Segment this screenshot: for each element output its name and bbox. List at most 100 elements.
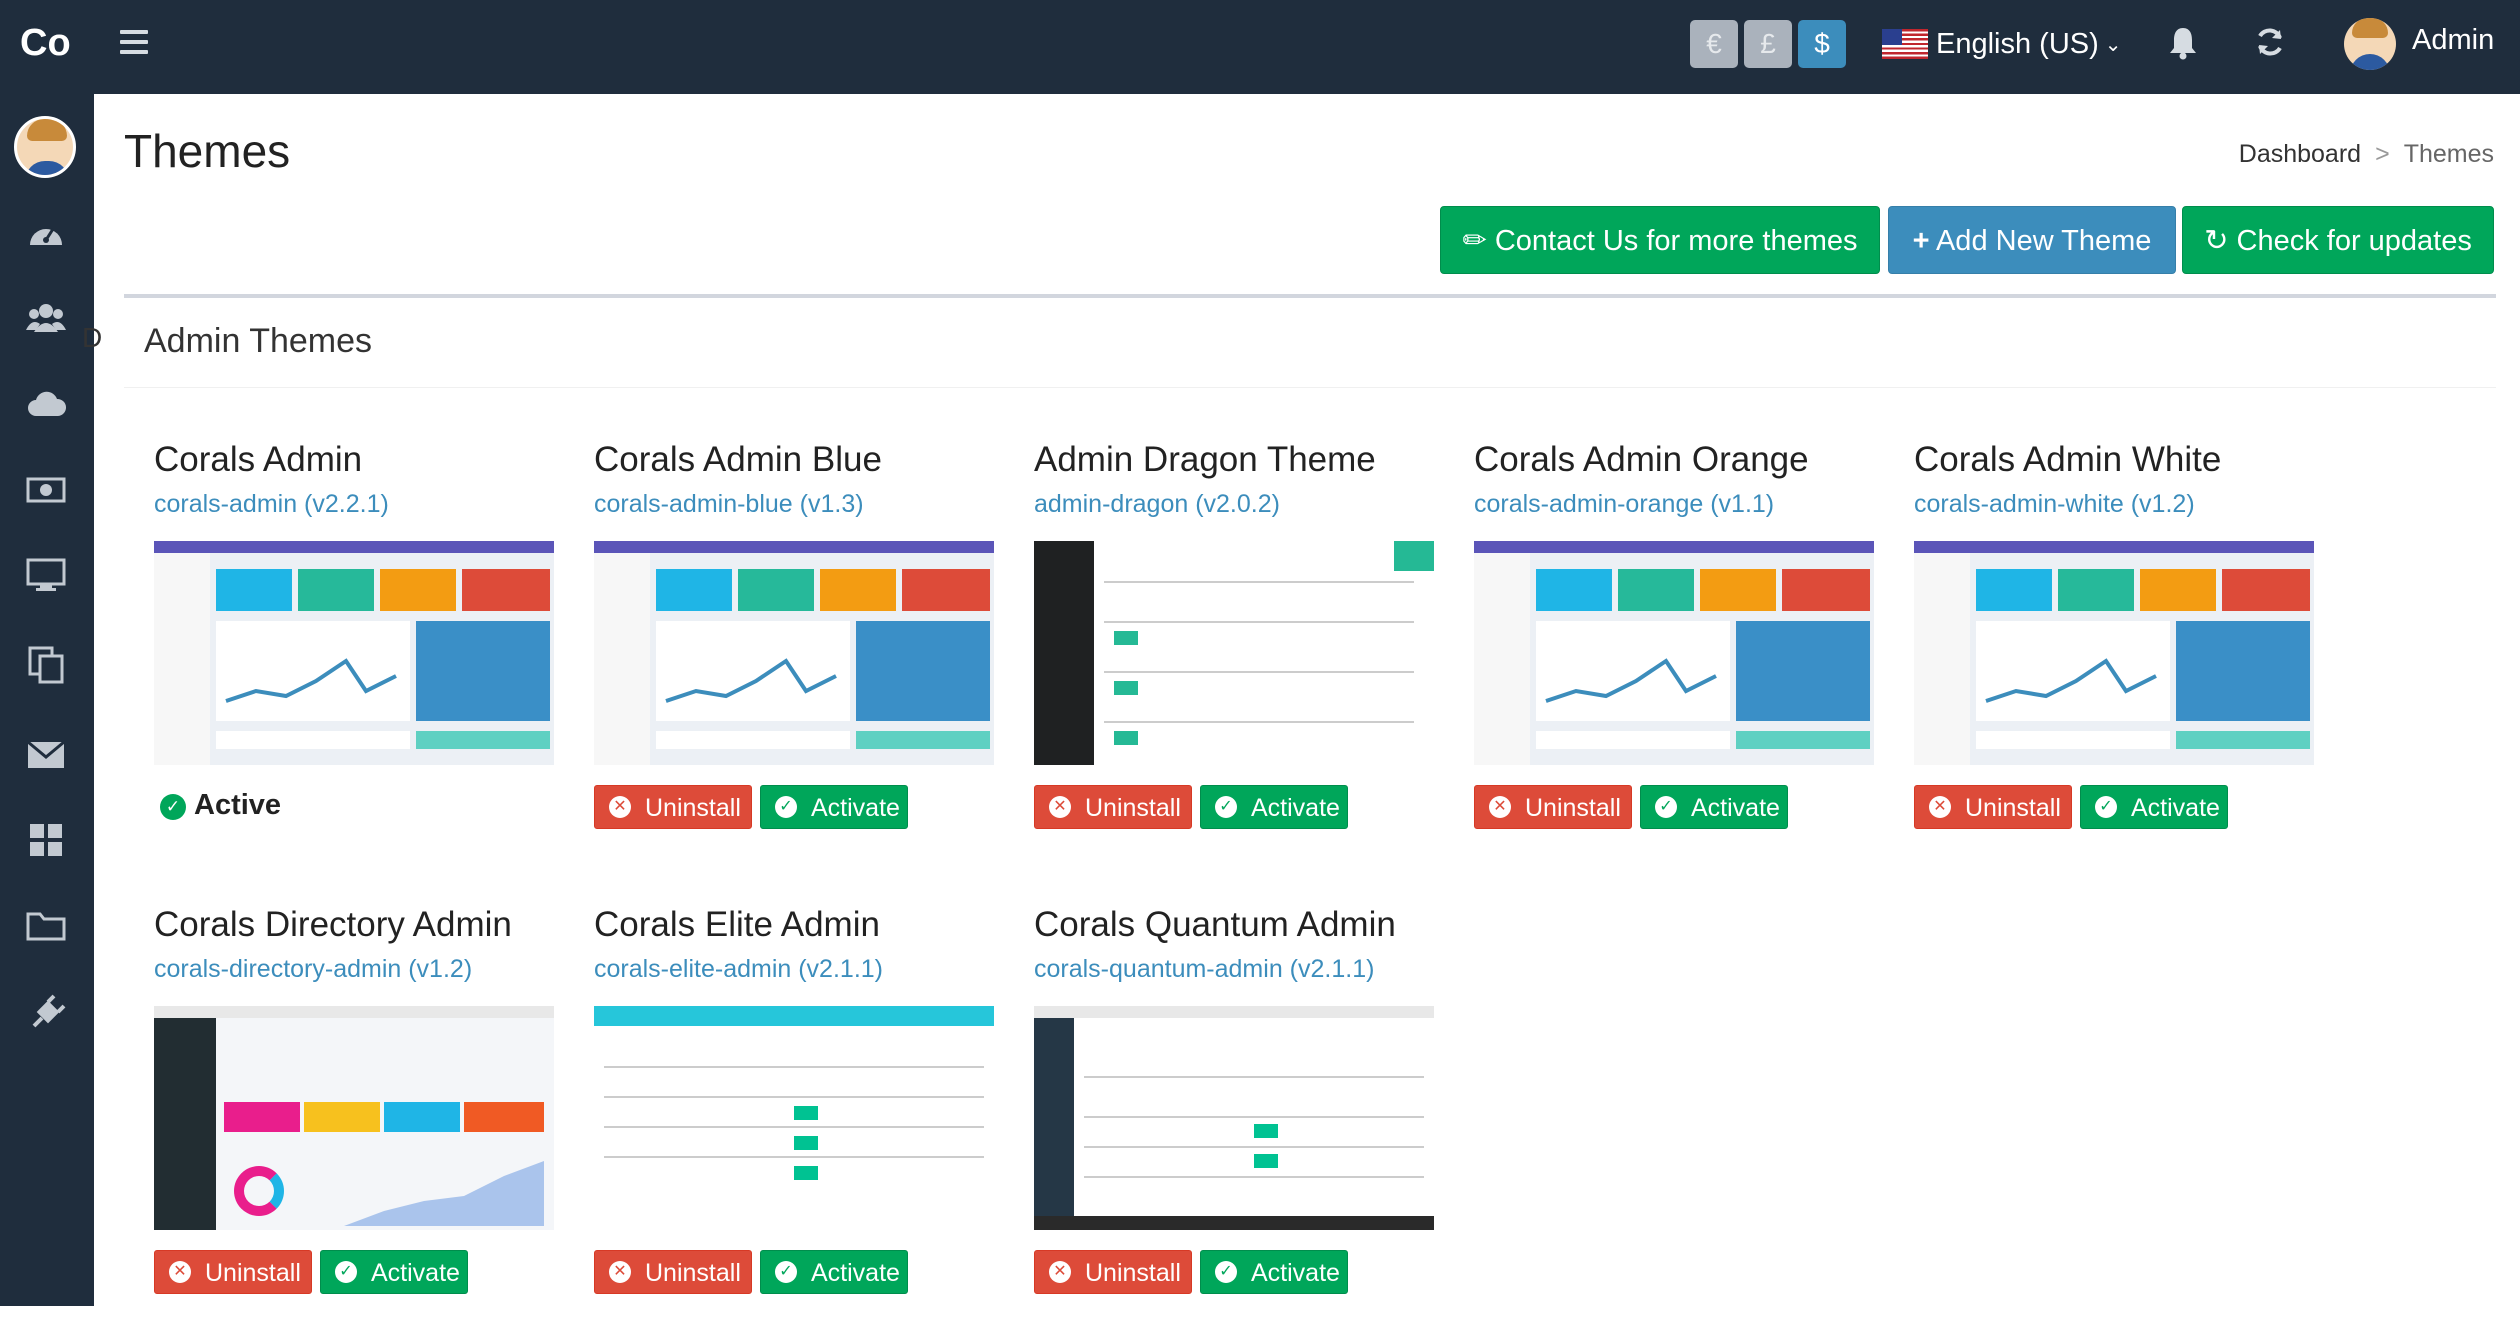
uninstall-label: Uninstall [1085, 794, 1181, 822]
language-dropdown[interactable]: English (US) ⌄ [1882, 24, 2122, 64]
theme-name: Corals Elite Admin [594, 905, 880, 944]
activate-button[interactable]: ✓ Activate [760, 1250, 908, 1294]
activate-button[interactable]: ✓ Activate [1200, 1250, 1348, 1294]
theme-slug-link[interactable]: corals-admin-white (v1.2) [1914, 490, 2314, 519]
theme-card: Admin Dragon Theme admin-dragon (v2.0.2)… [1034, 440, 1434, 829]
check-circle-icon: ✓ [1655, 796, 1677, 818]
currency-pound-button[interactable]: £ [1744, 20, 1792, 68]
desktop-icon[interactable] [24, 558, 68, 602]
currency-dollar-button[interactable]: $ [1798, 20, 1846, 68]
add-new-theme-button[interactable]: + Add New Theme [1888, 206, 2176, 274]
magic-wand-icon: ✏ [1462, 225, 1487, 257]
theme-slug-link[interactable]: corals-admin-blue (v1.3) [594, 490, 994, 519]
folder-icon[interactable] [24, 908, 68, 952]
check-circle-icon: ✓ [775, 1261, 797, 1283]
theme-card: Corals Directory Admin corals-directory-… [154, 905, 554, 1294]
sidebar-avatar[interactable] [14, 116, 76, 178]
activate-label: Activate [2131, 794, 2220, 822]
user-name[interactable]: Admin [2412, 24, 2494, 57]
uninstall-label: Uninstall [645, 1259, 741, 1287]
users-icon[interactable] [24, 300, 68, 344]
times-circle-icon: ✕ [1929, 796, 1951, 818]
activate-button[interactable]: ✓ Activate [2080, 785, 2228, 829]
theme-screenshot[interactable] [1034, 1006, 1434, 1230]
uninstall-label: Uninstall [1965, 794, 2061, 822]
theme-actions: ✕ Uninstall ✓ Activate [1034, 1250, 1434, 1294]
money-icon[interactable] [24, 470, 68, 514]
theme-screenshot[interactable] [154, 541, 554, 765]
envelope-icon[interactable] [24, 736, 68, 780]
sidebar: D [0, 94, 102, 1306]
check-circle-icon: ✓ [1215, 796, 1237, 818]
contact-button-label: Contact Us for more themes [1494, 225, 1858, 257]
uninstall-button[interactable]: ✕ Uninstall [1914, 785, 2072, 829]
theme-slug-link[interactable]: corals-quantum-admin (v2.1.1) [1034, 955, 1434, 984]
refresh-icon[interactable] [2254, 26, 2286, 66]
plug-icon[interactable] [24, 994, 68, 1038]
theme-actions: ✕ Uninstall ✓ Activate [154, 1250, 554, 1294]
uninstall-label: Uninstall [1525, 794, 1621, 822]
breadcrumb-dashboard-link[interactable]: Dashboard [2239, 140, 2361, 168]
activate-button[interactable]: ✓ Activate [760, 785, 908, 829]
theme-slug-link[interactable]: corals-elite-admin (v2.1.1) [594, 955, 994, 984]
theme-slug-link[interactable]: corals-admin (v2.2.1) [154, 490, 554, 519]
theme-card: Corals Quantum Admin corals-quantum-admi… [1034, 905, 1434, 1294]
uninstall-label: Uninstall [205, 1259, 301, 1287]
uninstall-button[interactable]: ✕ Uninstall [154, 1250, 312, 1294]
cloud-icon[interactable] [24, 384, 68, 428]
refresh-icon: ↻ [2204, 225, 2229, 257]
theme-name: Corals Admin Blue [594, 440, 882, 479]
copy-icon[interactable] [24, 646, 68, 690]
bell-icon[interactable] [2168, 26, 2198, 68]
avatar[interactable] [2344, 18, 2396, 70]
activate-label: Activate [1691, 794, 1780, 822]
breadcrumb-current: Themes [2403, 140, 2494, 168]
th-large-icon[interactable] [24, 822, 68, 866]
activate-button[interactable]: ✓ Activate [320, 1250, 468, 1294]
theme-card: Corals Elite Admin corals-elite-admin (v… [594, 905, 994, 1294]
menu-icon[interactable] [120, 30, 148, 56]
box-title: Admin Themes [144, 322, 373, 360]
uninstall-button[interactable]: ✕ Uninstall [594, 785, 752, 829]
theme-slug-link[interactable]: admin-dragon (v2.0.2) [1034, 490, 1434, 519]
breadcrumb: Dashboard > Themes [2239, 140, 2494, 169]
theme-card: Corals Admin corals-admin (v2.2.1) ✓ Acti… [154, 440, 554, 829]
uninstall-label: Uninstall [645, 794, 741, 822]
theme-name: Corals Admin White [1914, 440, 2222, 479]
language-label: English (US) [1936, 27, 2099, 60]
uninstall-button[interactable]: ✕ Uninstall [1474, 785, 1632, 829]
theme-card: Corals Admin White corals-admin-white (v… [1914, 440, 2314, 829]
activate-label: Activate [1251, 1259, 1340, 1287]
check-circle-icon: ✓ [160, 794, 186, 820]
theme-name: Corals Admin [154, 440, 363, 479]
theme-screenshot[interactable] [1474, 541, 1874, 765]
sidebar-peek-label: D [82, 322, 103, 353]
check-circle-icon: ✓ [1215, 1261, 1237, 1283]
check-circle-icon: ✓ [2095, 796, 2117, 818]
theme-screenshot[interactable] [594, 541, 994, 765]
theme-slug-link[interactable]: corals-directory-admin (v1.2) [154, 955, 554, 984]
theme-actions: ✕ Uninstall ✓ Activate [1914, 785, 2314, 829]
check-updates-button[interactable]: ↻ Check for updates [2182, 206, 2494, 274]
theme-screenshot[interactable] [1914, 541, 2314, 765]
uninstall-button[interactable]: ✕ Uninstall [1034, 785, 1192, 829]
activate-button[interactable]: ✓ Activate [1640, 785, 1788, 829]
theme-screenshot[interactable] [154, 1006, 554, 1230]
dashboard-icon[interactable] [24, 214, 68, 258]
activate-button[interactable]: ✓ Activate [1200, 785, 1348, 829]
theme-slug-link[interactable]: corals-admin-orange (v1.1) [1474, 490, 1874, 519]
theme-screenshot[interactable] [1034, 541, 1434, 765]
activate-label: Activate [811, 794, 900, 822]
theme-actions: ✕ Uninstall ✓ Activate [1034, 785, 1434, 829]
uninstall-button[interactable]: ✕ Uninstall [1034, 1250, 1192, 1294]
brand-logo[interactable]: Co [20, 22, 71, 65]
times-circle-icon: ✕ [1049, 1261, 1071, 1283]
active-label: Active [194, 789, 282, 821]
uninstall-button[interactable]: ✕ Uninstall [594, 1250, 752, 1294]
active-status: ✓ Active [160, 789, 281, 822]
times-circle-icon: ✕ [609, 1261, 631, 1283]
times-circle-icon: ✕ [169, 1261, 191, 1283]
theme-screenshot[interactable] [594, 1006, 994, 1230]
contact-more-themes-button[interactable]: ✏ Contact Us for more themes [1440, 206, 1880, 274]
currency-euro-button[interactable]: € [1690, 20, 1738, 68]
